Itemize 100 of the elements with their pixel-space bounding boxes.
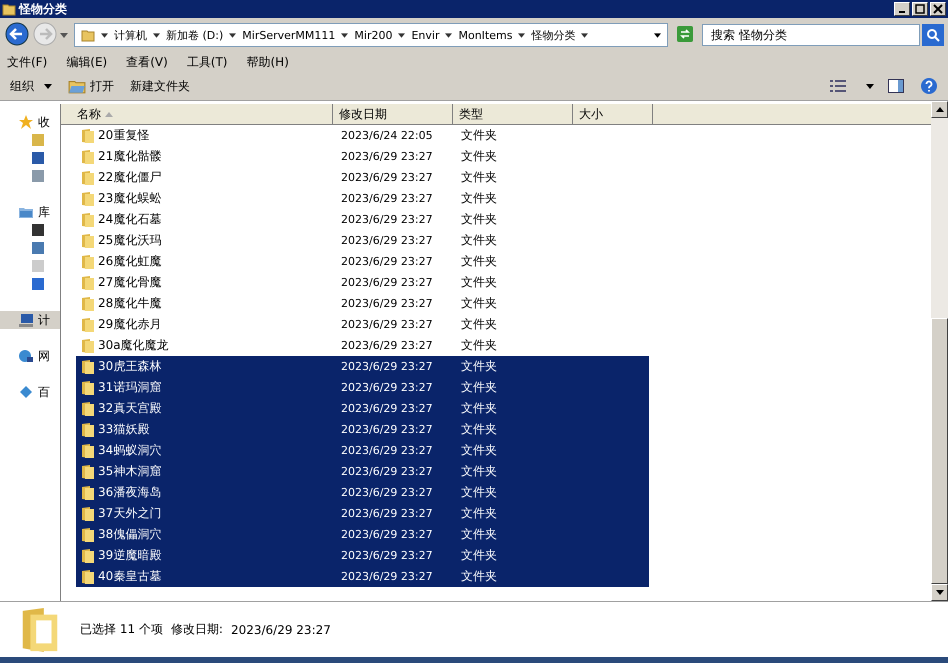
column-header[interactable]: 大小 [573, 104, 653, 124]
caret-icon[interactable] [398, 32, 406, 38]
modified-date: 2023/6/29 23:27 [341, 423, 434, 436]
file-name: 38傀儡洞穴 [97, 526, 162, 543]
file-row[interactable]: 38傀儡洞穴 2023/6/29 23:27 文件夹 [76, 524, 649, 545]
toolbar-button[interactable]: 打开 [66, 78, 116, 94]
caret-icon[interactable] [581, 32, 588, 38]
column-header[interactable]: 名称 [61, 104, 333, 124]
file-name: 32真天宫殿 [97, 400, 162, 417]
breadcrumb[interactable]: MirServerMM111 [242, 28, 336, 42]
file-type: 文件夹 [461, 400, 498, 417]
down-arrow-icon[interactable] [936, 590, 944, 595]
menu-item[interactable]: 文件(F) [7, 54, 48, 70]
file-name: 26魔化虹魔 [97, 253, 162, 270]
nav-item[interactable]: 百 [0, 383, 60, 401]
menu-item[interactable]: 帮助(H) [246, 54, 289, 70]
back-button[interactable] [4, 22, 30, 48]
file-row[interactable]: 23魔化蜈蚣 2023/6/29 23:27 文件夹 [76, 188, 649, 209]
file-row[interactable]: 36潘夜海岛 2023/6/29 23:27 文件夹 [76, 482, 649, 503]
maximize-button[interactable] [912, 2, 928, 16]
toolbar-button[interactable]: 组织 [8, 78, 54, 94]
file-row[interactable]: 40秦皇古墓 2023/6/29 23:27 文件夹 [76, 566, 649, 587]
menu-item[interactable]: 查看(V) [126, 54, 168, 70]
caret-icon[interactable] [153, 32, 160, 38]
folder-icon [81, 28, 95, 42]
file-type: 文件夹 [461, 253, 498, 270]
dropdown-caret-icon[interactable] [654, 32, 661, 38]
file-row[interactable]: 30a魔化魔龙 2023/6/29 23:27 文件夹 [76, 335, 649, 356]
nav-item[interactable]: 收 [0, 113, 60, 131]
caret-icon[interactable] [101, 32, 108, 38]
folder-icon [81, 212, 95, 228]
folder-icon [68, 78, 86, 94]
help-button[interactable] [918, 77, 940, 95]
file-type: 文件夹 [461, 442, 498, 459]
file-row[interactable]: 24魔化石墓 2023/6/29 23:27 文件夹 [76, 209, 649, 230]
preview-pane-button[interactable] [886, 79, 906, 93]
file-name: 29魔化赤月 [97, 316, 162, 333]
file-row[interactable]: 32真天宫殿 2023/6/29 23:27 文件夹 [76, 398, 649, 419]
breadcrumb[interactable]: 计算机 [114, 28, 147, 42]
nav-item[interactable]: 计 [0, 311, 60, 329]
menu-item[interactable]: 工具(T) [186, 54, 228, 70]
file-name: 27魔化骨魔 [97, 274, 162, 291]
caret-icon[interactable] [341, 32, 348, 38]
file-name: 37天外之门 [97, 505, 162, 522]
file-type: 文件夹 [461, 421, 498, 438]
caret-icon[interactable] [518, 32, 526, 38]
minimize-button[interactable] [894, 2, 910, 16]
address-bar[interactable]: 计算机 新加卷 (D:) MirServerMM111 Mir200 Envir MonItems 怪物分类 [74, 23, 668, 47]
scrollbar[interactable] [931, 101, 948, 601]
history-caret-icon[interactable] [60, 32, 68, 38]
column-header[interactable]: 类型 [453, 104, 573, 124]
file-row[interactable]: 20重复怪 2023/6/24 22:05 文件夹 [76, 125, 649, 146]
nav-item[interactable]: 库 [0, 203, 60, 221]
file-row[interactable]: 30虎王森林 2023/6/29 23:27 文件夹 [76, 356, 649, 377]
up-arrow-icon[interactable] [936, 107, 944, 112]
view-options-button[interactable] [828, 80, 848, 92]
file-row[interactable]: 33猫妖殿 2023/6/29 23:27 文件夹 [76, 419, 649, 440]
file-row[interactable]: 37天外之门 2023/6/29 23:27 文件夹 [76, 503, 649, 524]
file-name: 21魔化骷髅 [97, 148, 162, 165]
menu-item[interactable]: 编辑(E) [66, 54, 108, 70]
breadcrumb[interactable]: MonItems [458, 28, 512, 42]
folder-icon [81, 526, 95, 542]
toolbar-button[interactable]: 新建文件夹 [128, 78, 192, 94]
folder-icon [81, 484, 95, 500]
file-row[interactable]: 39逆魔暗殿 2023/6/29 23:27 文件夹 [76, 545, 649, 566]
file-type: 文件夹 [461, 526, 498, 543]
column-header[interactable]: 修改日期 [333, 104, 453, 124]
file-row[interactable]: 25魔化沃玛 2023/6/29 23:27 文件夹 [76, 230, 649, 251]
file-row[interactable]: 31诺玛洞窟 2023/6/29 23:27 文件夹 [76, 377, 649, 398]
file-type: 文件夹 [461, 547, 498, 564]
file-row[interactable]: 29魔化赤月 2023/6/29 23:27 文件夹 [76, 314, 649, 335]
breadcrumb[interactable]: Envir [411, 28, 440, 42]
caret-icon[interactable] [866, 84, 874, 88]
breadcrumb[interactable]: 新加卷 (D:) [166, 28, 224, 42]
file-name: 36潘夜海岛 [97, 484, 162, 501]
folder-icon [81, 338, 95, 354]
folder-icon [81, 274, 95, 290]
breadcrumb[interactable]: 怪物分类 [531, 28, 576, 42]
caret-icon[interactable] [445, 32, 452, 38]
modified-date: 2023/6/29 23:27 [341, 318, 434, 331]
folder-icon [81, 548, 95, 564]
file-row[interactable]: 21魔化骷髅 2023/6/29 23:27 文件夹 [76, 146, 649, 167]
close-button[interactable] [930, 2, 946, 16]
search-button[interactable] [922, 24, 944, 46]
search-field[interactable]: 搜索 怪物分类 [702, 24, 920, 46]
file-row[interactable]: 26魔化虹魔 2023/6/29 23:27 文件夹 [76, 251, 649, 272]
caret-icon[interactable] [229, 32, 236, 38]
file-row[interactable]: 34蚂蚁洞穴 2023/6/29 23:27 文件夹 [76, 440, 649, 461]
file-type: 文件夹 [461, 232, 498, 249]
file-row[interactable]: 27魔化骨魔 2023/6/29 23:27 文件夹 [76, 272, 649, 293]
file-name: 33猫妖殿 [97, 421, 150, 438]
breadcrumb[interactable]: Mir200 [354, 28, 392, 42]
refresh-button[interactable] [674, 26, 696, 44]
file-row[interactable]: 22魔化僵尸 2023/6/29 23:27 文件夹 [76, 167, 649, 188]
modified-date: 2023/6/29 23:27 [341, 402, 434, 415]
file-row[interactable]: 35神木洞窟 2023/6/29 23:27 文件夹 [76, 461, 649, 482]
pane-icon [888, 79, 904, 93]
nav-item[interactable]: 网 [0, 347, 60, 365]
file-row[interactable]: 28魔化牛魔 2023/6/29 23:27 文件夹 [76, 293, 649, 314]
modified-date: 2023/6/29 23:27 [341, 528, 434, 541]
